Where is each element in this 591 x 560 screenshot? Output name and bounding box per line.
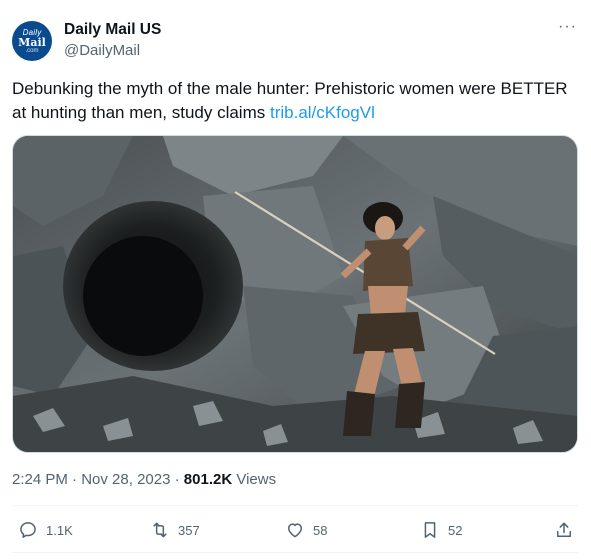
reply-count: 1.1K xyxy=(46,522,73,538)
tweet-image[interactable] xyxy=(12,135,578,453)
repost-count: 357 xyxy=(178,522,200,538)
meta-separator: · xyxy=(174,471,180,488)
share-button[interactable] xyxy=(554,515,574,545)
tweet-text: Debunking the myth of the male hunter: P… xyxy=(12,77,582,125)
avatar-text-2: Mail xyxy=(18,35,46,49)
heart-icon xyxy=(288,523,302,538)
divider xyxy=(12,552,579,553)
views-count: 801.2K xyxy=(183,471,233,488)
bookmark-button[interactable]: 52 xyxy=(420,515,462,545)
tweet-time[interactable]: 2:24 PM xyxy=(12,471,68,488)
meta-separator: · xyxy=(72,471,78,488)
avatar[interactable]: Daily Mail .com xyxy=(12,21,52,61)
tweet: Daily Mail .com Daily Mail US @DailyMail… xyxy=(0,0,591,560)
action-bar: 1.1K 357 58 52 xyxy=(0,515,591,545)
reply-icon xyxy=(20,522,36,538)
divider xyxy=(12,505,579,506)
like-count: 58 xyxy=(313,522,328,538)
share-icon xyxy=(557,522,571,537)
repost-button[interactable]: 357 xyxy=(150,515,200,545)
tweet-meta: 2:24 PM · Nov 28, 2023 · 801.2K Views xyxy=(12,471,276,488)
tweet-date[interactable]: Nov 28, 2023 xyxy=(81,471,170,488)
avatar-text-3: .com xyxy=(25,47,39,54)
repost-icon xyxy=(153,522,167,538)
author-name[interactable]: Daily Mail US xyxy=(64,21,161,39)
tweet-link[interactable]: trib.al/cKfogVl xyxy=(270,103,375,122)
cave-hunter-image xyxy=(13,136,577,452)
bookmark-icon xyxy=(424,522,436,538)
more-dots-icon[interactable]: ··· xyxy=(558,18,577,36)
author-handle[interactable]: @DailyMail xyxy=(64,42,140,59)
bookmark-count: 52 xyxy=(448,522,463,538)
reply-button[interactable]: 1.1K xyxy=(18,515,73,545)
views-label: Views xyxy=(236,471,277,488)
like-button[interactable]: 58 xyxy=(285,515,327,545)
